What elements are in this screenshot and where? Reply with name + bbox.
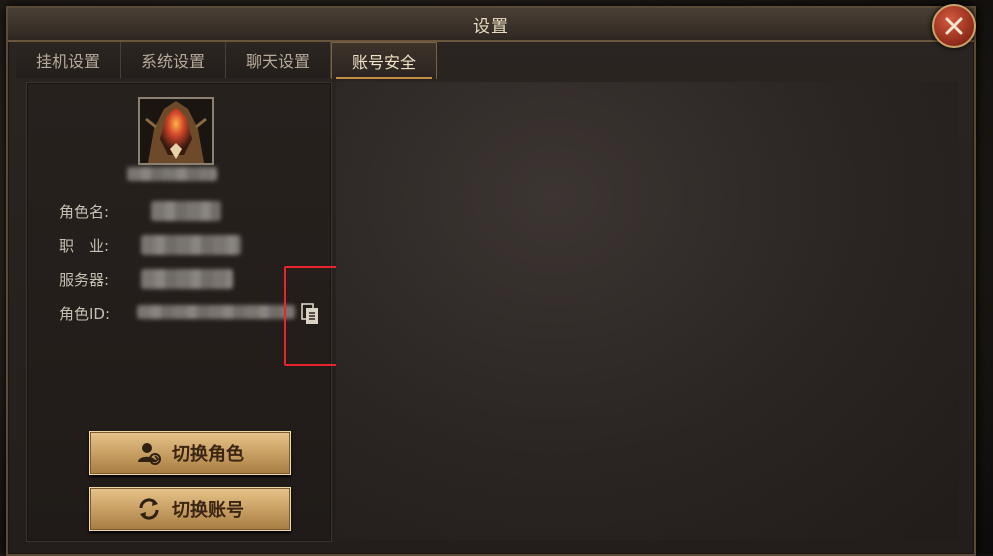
- close-icon: [945, 17, 963, 35]
- window-title: 设置: [473, 17, 509, 37]
- player-name-redacted: [127, 167, 217, 181]
- avatar: [138, 97, 214, 165]
- role-id-value-redacted: [137, 305, 295, 319]
- switch-account-label: 切换账号: [172, 500, 244, 521]
- tab-bar: 挂机设置 系统设置 聊天设置 账号安全: [16, 42, 437, 79]
- tab-idle-settings[interactable]: 挂机设置: [16, 42, 121, 78]
- tab-system-settings[interactable]: 系统设置: [121, 42, 226, 78]
- tab-account-security[interactable]: 账号安全: [331, 42, 437, 79]
- role-name-value-redacted: [151, 201, 221, 221]
- close-button[interactable]: [932, 4, 976, 48]
- role-id-label: 角色ID:: [59, 305, 111, 323]
- switch-account-button[interactable]: 切换账号: [89, 487, 291, 531]
- role-name-label: 角色名:: [59, 203, 110, 221]
- server-value-redacted: [141, 269, 233, 289]
- class-value-redacted: [141, 235, 241, 255]
- switch-role-button[interactable]: 切换角色: [89, 431, 291, 475]
- switch-role-label: 切换角色: [172, 444, 244, 465]
- settings-window: 设置 挂机设置 系统设置 聊天设置 账号安全 角色名: 职 业: 服务器: 角色…: [6, 4, 976, 556]
- user-switch-icon: [138, 443, 161, 465]
- content-area: [336, 82, 958, 540]
- class-label: 职 业:: [59, 237, 110, 255]
- server-label: 服务器:: [59, 271, 110, 289]
- refresh-icon: [139, 498, 159, 520]
- title-bar: 设置: [8, 4, 976, 48]
- tab-chat-settings[interactable]: 聊天设置: [226, 42, 331, 78]
